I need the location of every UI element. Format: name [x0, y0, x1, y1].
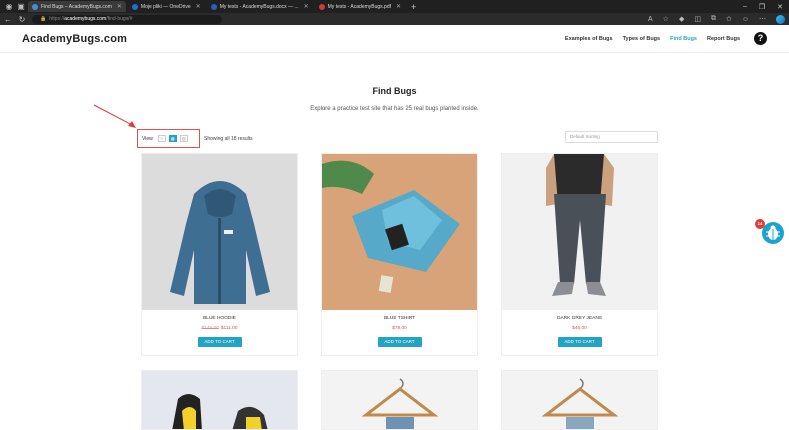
product-old-price: $146.00: [201, 326, 219, 331]
browser-toolbar-icons: A ☆ ◆ ◫ ⧉ ✩ ☺ ⋯: [648, 14, 785, 24]
add-to-cart-button[interactable]: ADD TO CART: [557, 337, 602, 347]
extension-icon[interactable]: ◆: [679, 15, 684, 23]
read-aloud-icon[interactable]: A: [648, 16, 653, 23]
lock-icon: 🔒: [40, 15, 47, 22]
tab-title: Moje pliki — OneDrive: [140, 3, 191, 10]
product-name[interactable]: BLUE HOODIE: [142, 316, 297, 321]
menu-types-of-bugs[interactable]: Types of Bugs: [623, 36, 661, 42]
window-controls: – ❐ ✕: [743, 3, 789, 11]
onedrive-icon: [131, 3, 138, 10]
product-image-blue-hoodie[interactable]: [142, 154, 297, 310]
main-menu: Examples of Bugs Types of Bugs Find Bugs…: [565, 32, 767, 45]
view-grid-large-button[interactable]: ▤: [179, 135, 188, 142]
bug-icon: [766, 225, 780, 240]
menu-examples-of-bugs[interactable]: Examples of Bugs: [565, 36, 613, 42]
favorites-icon[interactable]: ✩: [726, 15, 732, 23]
close-tab-icon[interactable]: ✕: [396, 3, 401, 10]
product-sale-price: $79.00: [392, 326, 407, 331]
help-icon[interactable]: ?: [754, 32, 767, 45]
restore-icon[interactable]: ❐: [759, 3, 765, 11]
add-to-cart-button[interactable]: ADD TO CART: [197, 337, 242, 347]
hanger-image-icon: [541, 378, 619, 429]
bug-count-badge: 14: [755, 219, 765, 229]
product-image-hanger-2[interactable]: [501, 370, 658, 430]
back-icon[interactable]: ←: [4, 15, 12, 24]
add-to-cart-button[interactable]: ADD TO CART: [377, 337, 422, 347]
close-tab-icon[interactable]: ✕: [196, 3, 201, 10]
result-count: Showing all 18 results: [204, 136, 253, 142]
url-path: /find-bugs/#: [106, 15, 133, 22]
browser-tab-4[interactable]: My tests - AcademyBugs.pdf ✕: [315, 1, 405, 12]
browser-addressbar: ← ↻ 🔒 https://academybugs.com/find-bugs/#…: [0, 13, 789, 25]
product-name[interactable]: BLUE TSHIRT: [322, 316, 477, 321]
url-field[interactable]: 🔒 https://academybugs.com/find-bugs/#: [32, 14, 222, 24]
site-logo[interactable]: AcademyBugs.com: [22, 33, 127, 45]
tab-title: Find Bugs – AcademyBugs.com: [41, 3, 112, 10]
hanger-image-icon: [361, 378, 439, 429]
browser-tabbar: ◉ ▣ Find Bugs – AcademyBugs.com ✕ Moje p…: [0, 0, 789, 13]
sorting-select[interactable]: Default Sorting: [565, 131, 658, 143]
view-grid-button[interactable]: ▦: [168, 135, 177, 142]
browser-tab-3[interactable]: My tests - AcademyBugs.docx — ... ✕: [207, 1, 313, 12]
refresh-icon[interactable]: ↻: [18, 15, 26, 24]
tshirt-image-icon: [322, 160, 460, 293]
sneaker-image-icon: [172, 394, 268, 429]
product-sale-price: $111.00: [220, 326, 238, 331]
url-host: academybugs.com: [64, 15, 107, 22]
jeans-image-icon: [546, 154, 614, 296]
more-icon[interactable]: ⋯: [759, 15, 766, 23]
product-card: BLUE TSHIRT $79.00 ADD TO CART: [321, 153, 478, 356]
product-image-hanger-1[interactable]: [321, 370, 478, 430]
browser-tab-1[interactable]: Find Bugs – AcademyBugs.com ✕: [28, 1, 126, 12]
tab-favicon-icon: [32, 3, 38, 10]
view-list-button[interactable]: ≡: [157, 135, 166, 142]
url-scheme: https://: [49, 15, 65, 22]
view-label: View: [142, 135, 153, 142]
menu-report-bugs[interactable]: Report Bugs: [707, 36, 740, 42]
product-sale-price: $46.00: [572, 326, 587, 331]
tab-title: My tests - AcademyBugs.pdf: [327, 3, 391, 10]
product-image-dark-grey-jeans[interactable]: [502, 154, 657, 310]
profile-sync-icon[interactable]: ☺: [742, 16, 749, 23]
close-tab-icon[interactable]: ✕: [117, 3, 122, 10]
collections-icon[interactable]: ⧉: [711, 15, 716, 23]
close-tab-icon[interactable]: ✕: [304, 3, 309, 10]
close-window-icon[interactable]: ✕: [777, 3, 783, 11]
minimize-icon[interactable]: –: [743, 3, 747, 11]
bug-tracker-widget[interactable]: [762, 222, 784, 244]
tab-title: My tests - AcademyBugs.docx — ...: [219, 3, 299, 10]
browser-tab-2[interactable]: Moje pliki — OneDrive ✕: [128, 1, 205, 12]
hoodie-image-icon: [170, 181, 270, 304]
menu-find-bugs[interactable]: Find Bugs: [670, 36, 697, 42]
product-price: $146.00 $111.00: [142, 326, 297, 331]
split-screen-icon[interactable]: ◫: [694, 15, 701, 23]
site-header: AcademyBugs.com Examples of Bugs Types o…: [0, 25, 789, 53]
view-switcher: View ≡ ▦ ▤: [137, 129, 200, 148]
product-card: DARK GREY JEANS $46.00 ADD TO CART: [501, 153, 658, 356]
product-price: $79.00: [322, 326, 477, 331]
page-title: Find Bugs: [372, 86, 417, 96]
new-tab-icon[interactable]: +: [407, 2, 420, 12]
tab-actions-icon[interactable]: ▣: [16, 2, 26, 11]
product-image-sneakers[interactable]: [141, 370, 298, 430]
pdf-icon: [318, 3, 325, 10]
annotation-arrow-icon: [93, 104, 136, 128]
edge-copilot-icon[interactable]: [776, 14, 785, 24]
profile-icon[interactable]: ◉: [4, 2, 14, 11]
word-icon: [210, 3, 217, 10]
product-name[interactable]: DARK GREY JEANS: [502, 316, 657, 321]
product-price: $46.00: [502, 326, 657, 331]
favorite-star-icon[interactable]: ☆: [663, 15, 669, 23]
product-image-blue-tshirt[interactable]: [322, 154, 477, 310]
product-card: BLUE HOODIE $146.00 $111.00 ADD TO CART: [141, 153, 298, 356]
